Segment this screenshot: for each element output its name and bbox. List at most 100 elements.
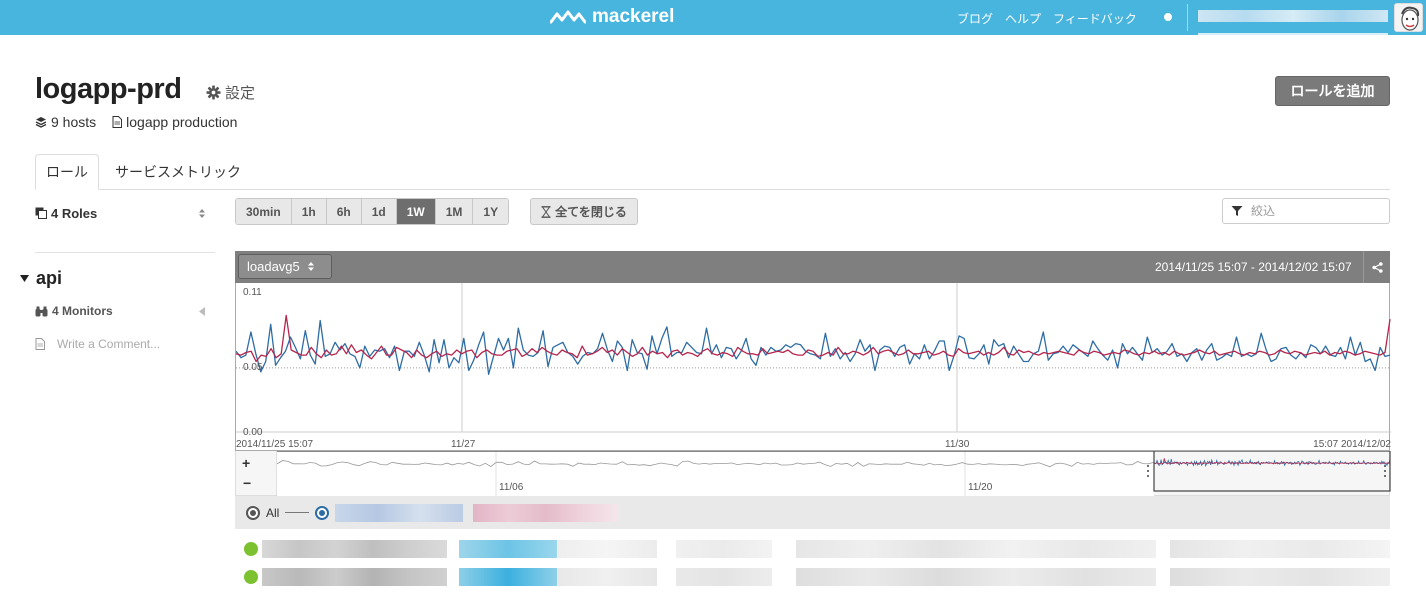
range-30min-button[interactable]: 30min xyxy=(236,199,292,224)
y-tick-0-05: 0.05 xyxy=(243,362,263,373)
series-line-1[interactable] xyxy=(236,319,1391,375)
feedback-link[interactable]: フィードバック xyxy=(1053,10,1137,27)
host-status-icon xyxy=(244,542,258,556)
comment-placeholder: Write a Comment... xyxy=(57,337,161,351)
sidebar-divider xyxy=(35,252,215,253)
hosts-count[interactable]: 9 hosts xyxy=(35,114,96,130)
range-navigator[interactable]: 11/06 11/20 + − xyxy=(235,451,1391,496)
share-icon xyxy=(1371,261,1383,273)
host-info-redacted xyxy=(796,540,1156,558)
y-tick-0-11: 0.11 xyxy=(243,287,262,298)
range-1w-button[interactable]: 1W xyxy=(396,199,436,224)
host-name-redacted[interactable] xyxy=(262,568,447,586)
x-end-label: 15:07 2014/12/02 xyxy=(1313,439,1391,450)
range-1y-button[interactable]: 1Y xyxy=(473,199,509,224)
role-monitors[interactable]: 4 Monitors xyxy=(35,304,205,318)
mackerel-logo[interactable]: mackerel xyxy=(550,6,674,28)
navigator-series-line-1 xyxy=(1153,458,1391,468)
service-meta: 9 hosts logapp production xyxy=(35,114,237,130)
range-1m-button[interactable]: 1M xyxy=(435,199,474,224)
navigator-handle-right[interactable] xyxy=(1384,465,1386,467)
notification-dot-icon[interactable] xyxy=(1164,13,1172,21)
filter-input[interactable] xyxy=(1251,204,1381,218)
metric-select[interactable]: loadavg5 xyxy=(238,254,332,279)
user-menu-underline xyxy=(1198,33,1388,35)
range-1h-button[interactable]: 1h xyxy=(291,199,327,224)
add-role-button[interactable]: ロールを追加 xyxy=(1275,76,1390,106)
collapse-all-label: 全てを閉じる xyxy=(555,205,627,219)
updown-caret-icon xyxy=(307,262,314,271)
collapse-all-button[interactable]: 全てを閉じる xyxy=(530,198,638,225)
settings-link[interactable]: 設定 xyxy=(206,82,255,103)
loadavg-chart: 0.11 0.05 0.00 2014/11/25 15:07 11/27 11… xyxy=(236,283,1391,450)
roles-select[interactable]: 4 Roles xyxy=(35,204,205,222)
roles-count-label: 4 Roles xyxy=(51,205,98,221)
host-row[interactable] xyxy=(244,540,1390,558)
role-comment[interactable]: Write a Comment... xyxy=(35,337,160,351)
gear-icon xyxy=(206,85,221,100)
legend-all-label: All xyxy=(266,505,280,520)
blog-link[interactable]: ブログ xyxy=(957,10,993,27)
graph-header: loadavg5 2014/11/25 15:07 - 2014/12/02 1… xyxy=(235,251,1390,283)
host-name-redacted[interactable] xyxy=(262,540,447,558)
description-text: logapp production xyxy=(126,114,238,130)
y-tick-0-00: 0.00 xyxy=(243,427,263,438)
service-description: logapp production xyxy=(112,114,237,130)
time-range-group: 30min 1h 6h 1d 1W 1M 1Y xyxy=(235,198,510,225)
document-icon xyxy=(112,116,123,128)
legend-series-radio[interactable] xyxy=(315,505,330,520)
caret-down-icon xyxy=(20,274,29,282)
help-link[interactable]: ヘルプ xyxy=(1005,10,1041,27)
host-role-redacted[interactable] xyxy=(459,568,557,586)
zoom-out-button[interactable]: − xyxy=(243,475,251,491)
host-info-redacted xyxy=(796,568,1156,586)
avatar-face-icon xyxy=(1395,4,1422,31)
role-name-label: api xyxy=(36,268,63,288)
graph-plot[interactable]: 0.11 0.05 0.00 2014/11/25 15:07 11/27 11… xyxy=(235,283,1391,451)
tab-roles[interactable]: ロール xyxy=(35,154,99,190)
top-bar: mackerel ブログ ヘルプ フィードバック xyxy=(0,0,1426,35)
settings-label: 設定 xyxy=(225,85,256,102)
x-tick-11-27: 11/27 xyxy=(451,439,476,450)
avatar[interactable] xyxy=(1394,3,1423,32)
x-tick-11-30: 11/30 xyxy=(945,439,970,450)
filter-box xyxy=(1222,198,1390,224)
host-info-redacted xyxy=(1170,540,1390,558)
layers-icon xyxy=(35,117,47,128)
caret-left-icon xyxy=(199,306,205,316)
graph-range-text: 2014/11/25 15:07 - 2014/12/02 15:07 xyxy=(1155,260,1352,274)
navigator-series-line-2 xyxy=(1153,458,1391,465)
host-role-redacted[interactable] xyxy=(459,540,557,558)
share-button[interactable] xyxy=(1363,251,1390,283)
host-status-icon xyxy=(244,570,258,584)
user-menu[interactable] xyxy=(1198,10,1388,22)
role-header-api[interactable]: api xyxy=(20,268,62,289)
navigator-selection[interactable] xyxy=(1153,451,1391,492)
x-start-label: 2014/11/25 15:07 xyxy=(236,439,314,450)
host-row[interactable] xyxy=(244,568,1390,586)
legend-all-radio[interactable] xyxy=(246,505,260,520)
host-info-redacted xyxy=(557,540,657,558)
updown-caret-icon xyxy=(199,208,205,218)
metric-name: loadavg5 xyxy=(247,259,300,274)
top-links: ブログ ヘルプ フィードバック xyxy=(957,10,1137,27)
monitors-label: 4 Monitors xyxy=(52,304,113,318)
tab-service-metrics[interactable]: サービスメトリック xyxy=(105,154,251,190)
zoom-in-button[interactable]: + xyxy=(242,455,250,471)
legend-series-2-redacted[interactable] xyxy=(473,503,619,522)
binoculars-icon xyxy=(35,306,48,316)
nav-tick-11-20: 11/20 xyxy=(968,482,993,493)
hosts-label: 9 hosts xyxy=(51,114,97,130)
range-1d-button[interactable]: 1d xyxy=(361,199,397,224)
logo-wave-icon xyxy=(550,10,586,24)
range-6h-button[interactable]: 6h xyxy=(326,199,362,224)
navigator-handle-left[interactable] xyxy=(1147,465,1149,467)
navigator-chart: 11/06 11/20 xyxy=(276,451,1391,496)
document-icon xyxy=(35,338,45,350)
nav-tick-11-06: 11/06 xyxy=(499,482,524,493)
legend-series-1-redacted[interactable] xyxy=(335,503,464,522)
copy-icon xyxy=(35,207,47,219)
legend-line xyxy=(285,512,310,513)
filter-icon xyxy=(1231,206,1243,216)
host-info-redacted xyxy=(1170,568,1390,586)
